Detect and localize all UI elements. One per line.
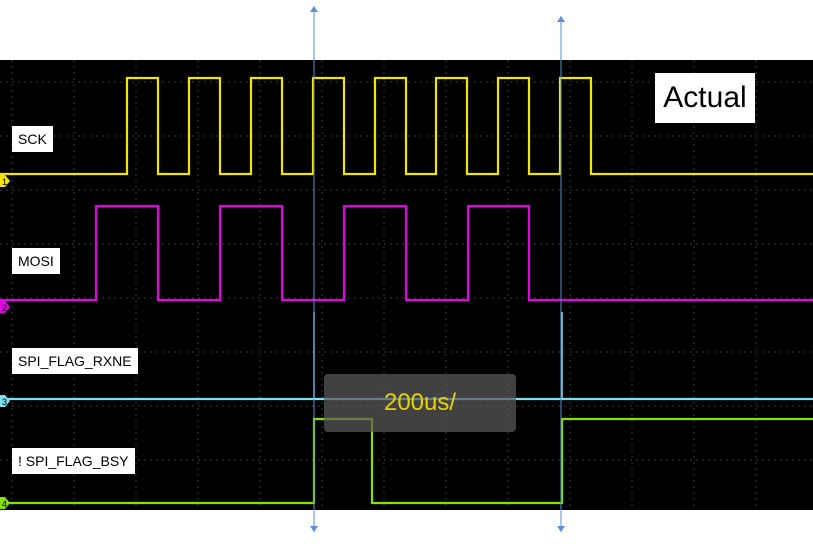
channel-marker-number: 3 bbox=[2, 397, 7, 407]
cursor-arrow-down bbox=[310, 526, 318, 532]
mosi-label: MOSI bbox=[12, 248, 60, 274]
mosi-trace bbox=[0, 204, 813, 302]
traces bbox=[0, 76, 813, 505]
cursors bbox=[310, 6, 565, 532]
bsy-label: ! SPI_FLAG_BSY bbox=[12, 448, 135, 474]
cursor-arrow-down bbox=[557, 526, 565, 532]
title-label: Actual bbox=[655, 73, 755, 123]
channel-markers: 1 2 3 4 bbox=[0, 175, 10, 509]
channel-marker-number: 1 bbox=[2, 177, 7, 187]
sck-label: SCK bbox=[12, 126, 53, 152]
rxne-label: SPI_FLAG_RXNE bbox=[12, 348, 138, 374]
timebase-display: 200us/ bbox=[324, 374, 516, 432]
cursor-arrow-up bbox=[557, 16, 565, 22]
channel-marker-number: 4 bbox=[2, 499, 7, 509]
channel-marker-number: 2 bbox=[2, 303, 7, 313]
cursor-arrow-up bbox=[310, 6, 318, 12]
